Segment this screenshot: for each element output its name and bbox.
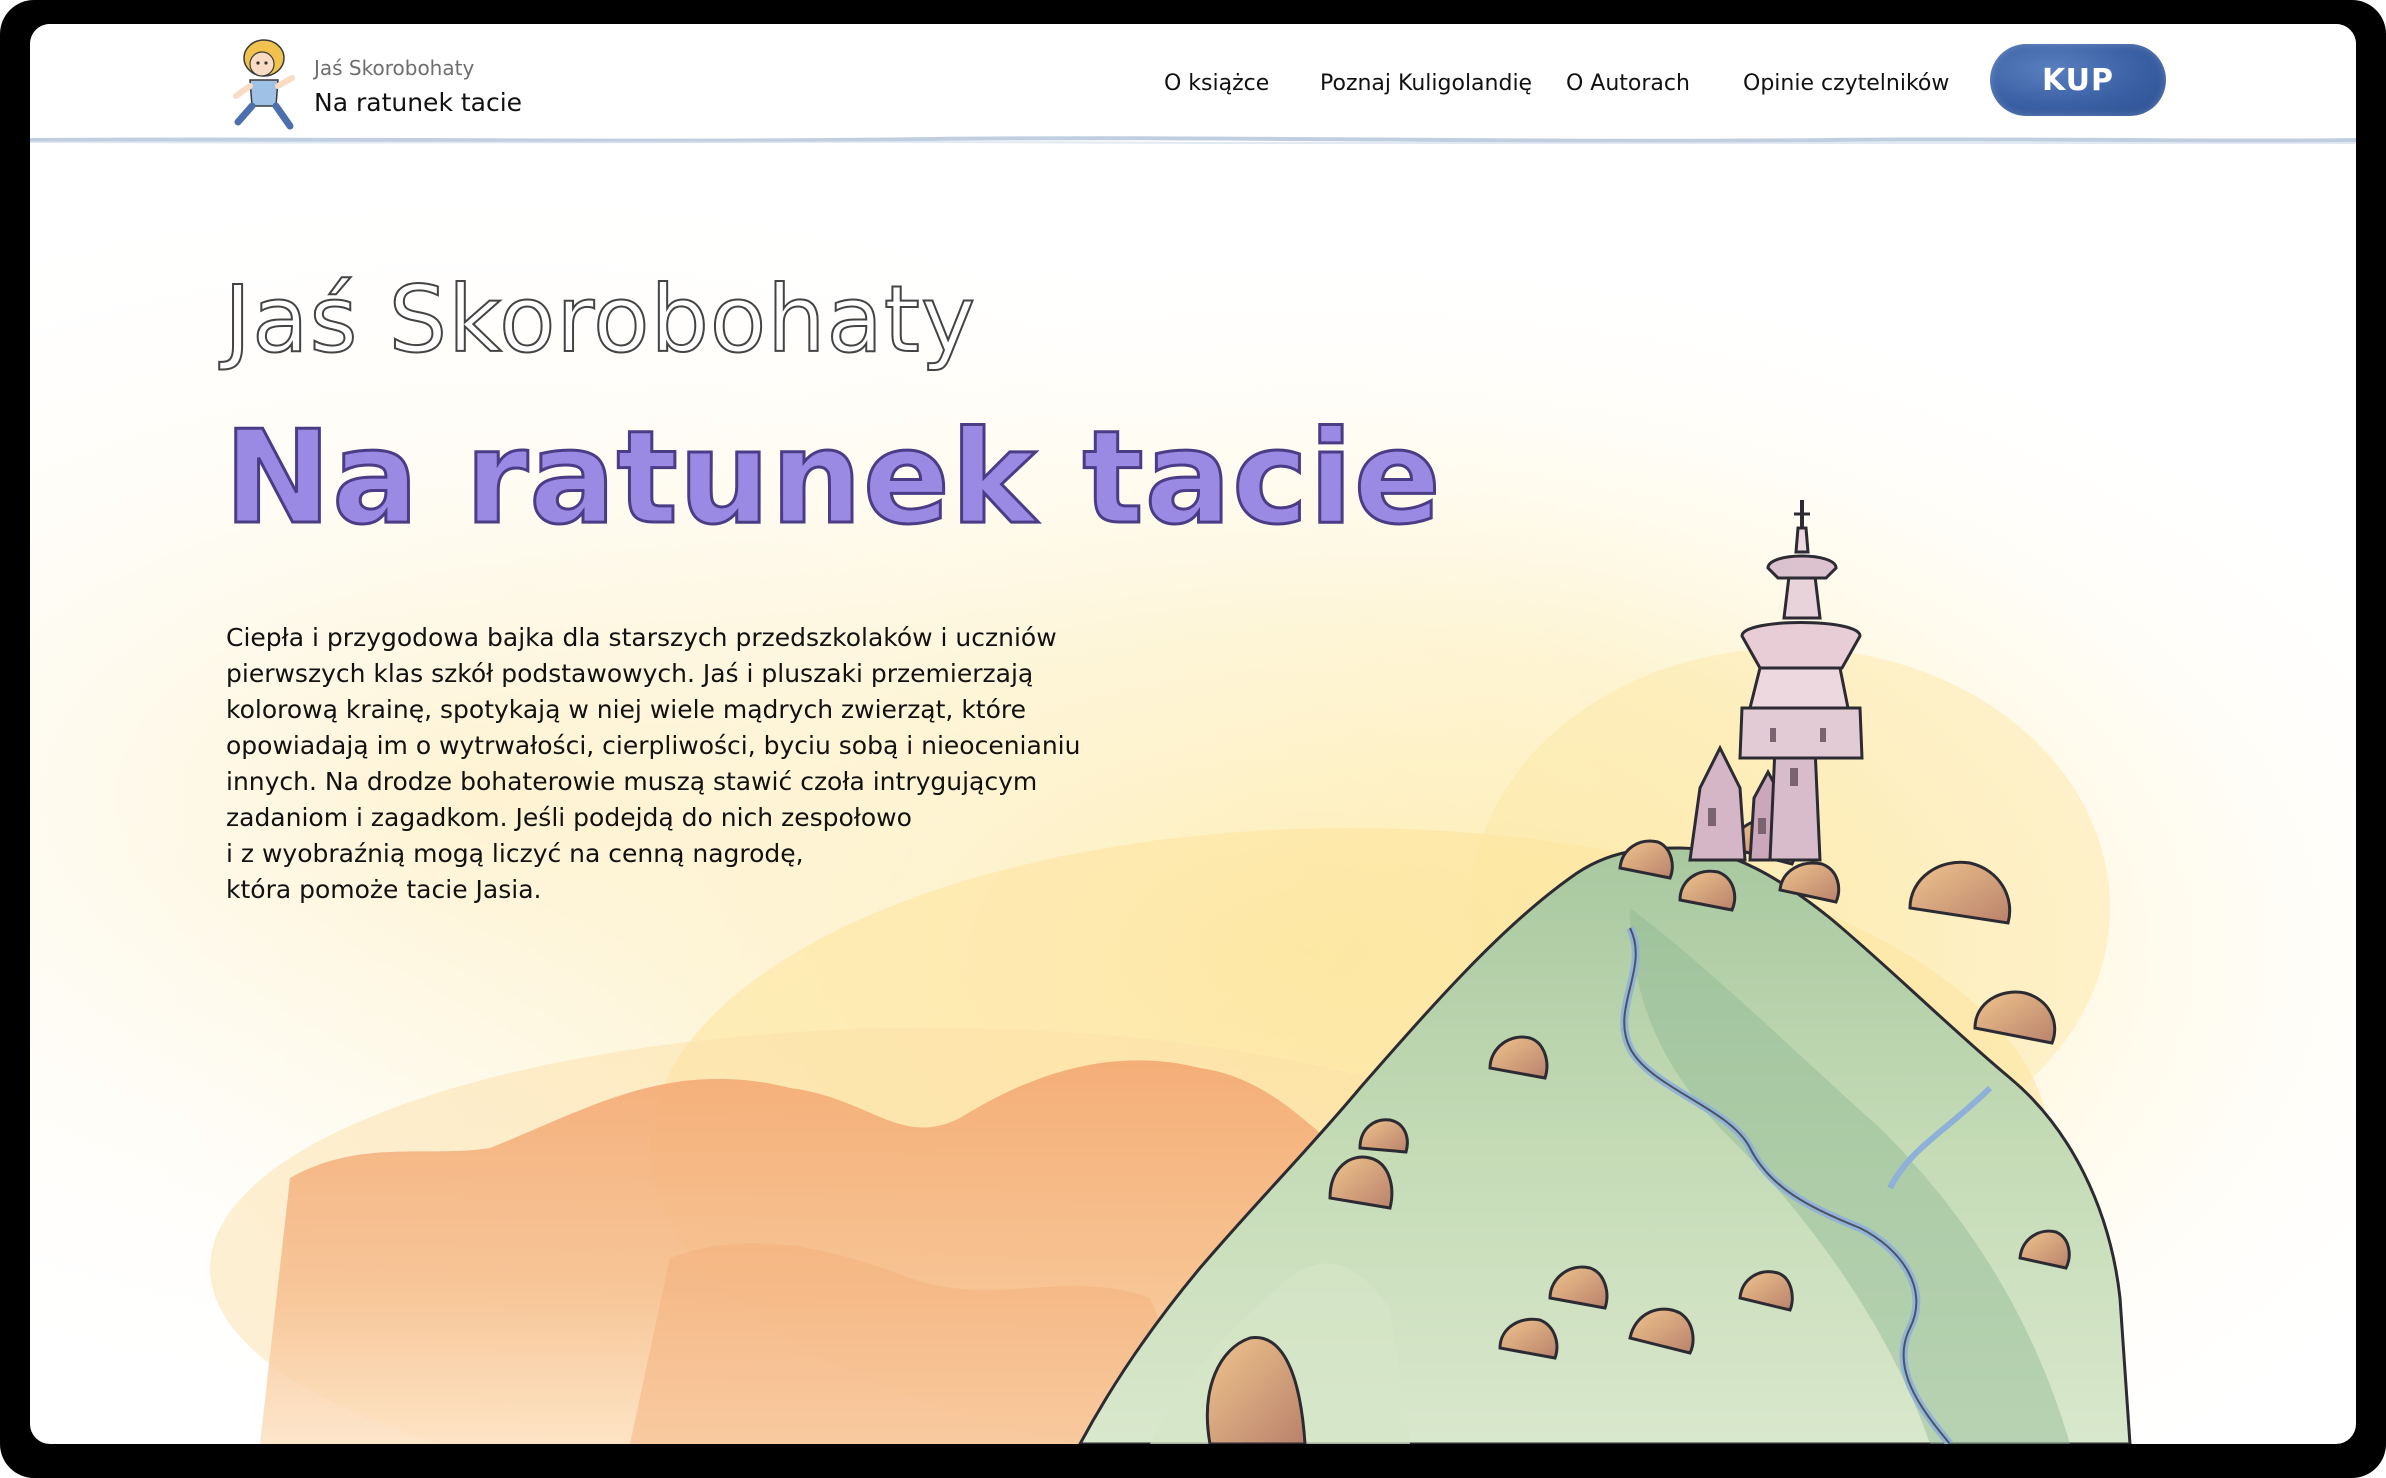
logo-title: Na ratunek tacie <box>314 88 523 117</box>
buy-button[interactable]: KUP <box>1990 44 2166 116</box>
description-line: pierwszych klas szkół podstawowych. Jaś … <box>226 659 1034 688</box>
device-frame: Jaś Skorobohaty Na ratunek tacie Ciepła … <box>0 0 2386 1478</box>
nav-o-ksiazce[interactable]: O książce <box>1164 64 1269 104</box>
description-line: zadaniom i zagadkom. Jeśli podejdą do ni… <box>226 803 912 832</box>
site-logo[interactable]: Jaś Skorobohaty Na ratunek tacie <box>228 34 528 134</box>
nav-opinie-czytelnikow[interactable]: Opinie czytelników <box>1743 64 1949 104</box>
site-header: Jaś Skorobohaty Na ratunek tacie O książ… <box>30 24 2356 145</box>
description-line: opowiadają im o wytrwałości, cierpliwośc… <box>226 731 1081 760</box>
hero-description: Ciepła i przygodowa bajka dla starszych … <box>226 620 1086 908</box>
logo-subtitle: Jaś Skorobohaty <box>314 56 475 80</box>
hero-subtitle: Jaś Skorobohaty <box>223 265 977 374</box>
mascot-icon <box>233 39 295 130</box>
nav-poznaj-kuligolandie[interactable]: Poznaj Kuligolandię <box>1320 64 1532 104</box>
hero-section: Jaś Skorobohaty Na ratunek tacie Ciepła … <box>30 148 2356 1444</box>
browser-viewport: Jaś Skorobohaty Na ratunek tacie Ciepła … <box>30 24 2356 1444</box>
description-line: i z wyobraźnią mogą liczyć na cenną nagr… <box>226 839 804 868</box>
description-line: która pomoże tacie Jasia. <box>226 875 542 904</box>
hero-title: Na ratunek tacie <box>223 403 1443 555</box>
description-line: innych. Na drodze bohaterowie muszą staw… <box>226 767 1038 796</box>
description-line: Ciepła i przygodowa bajka dla starszych … <box>226 623 1057 652</box>
nav-o-autorach[interactable]: O Autorach <box>1566 64 1690 104</box>
description-line: kolorową krainę, spotykają w niej wiele … <box>226 695 1027 724</box>
header-divider <box>30 136 2356 145</box>
